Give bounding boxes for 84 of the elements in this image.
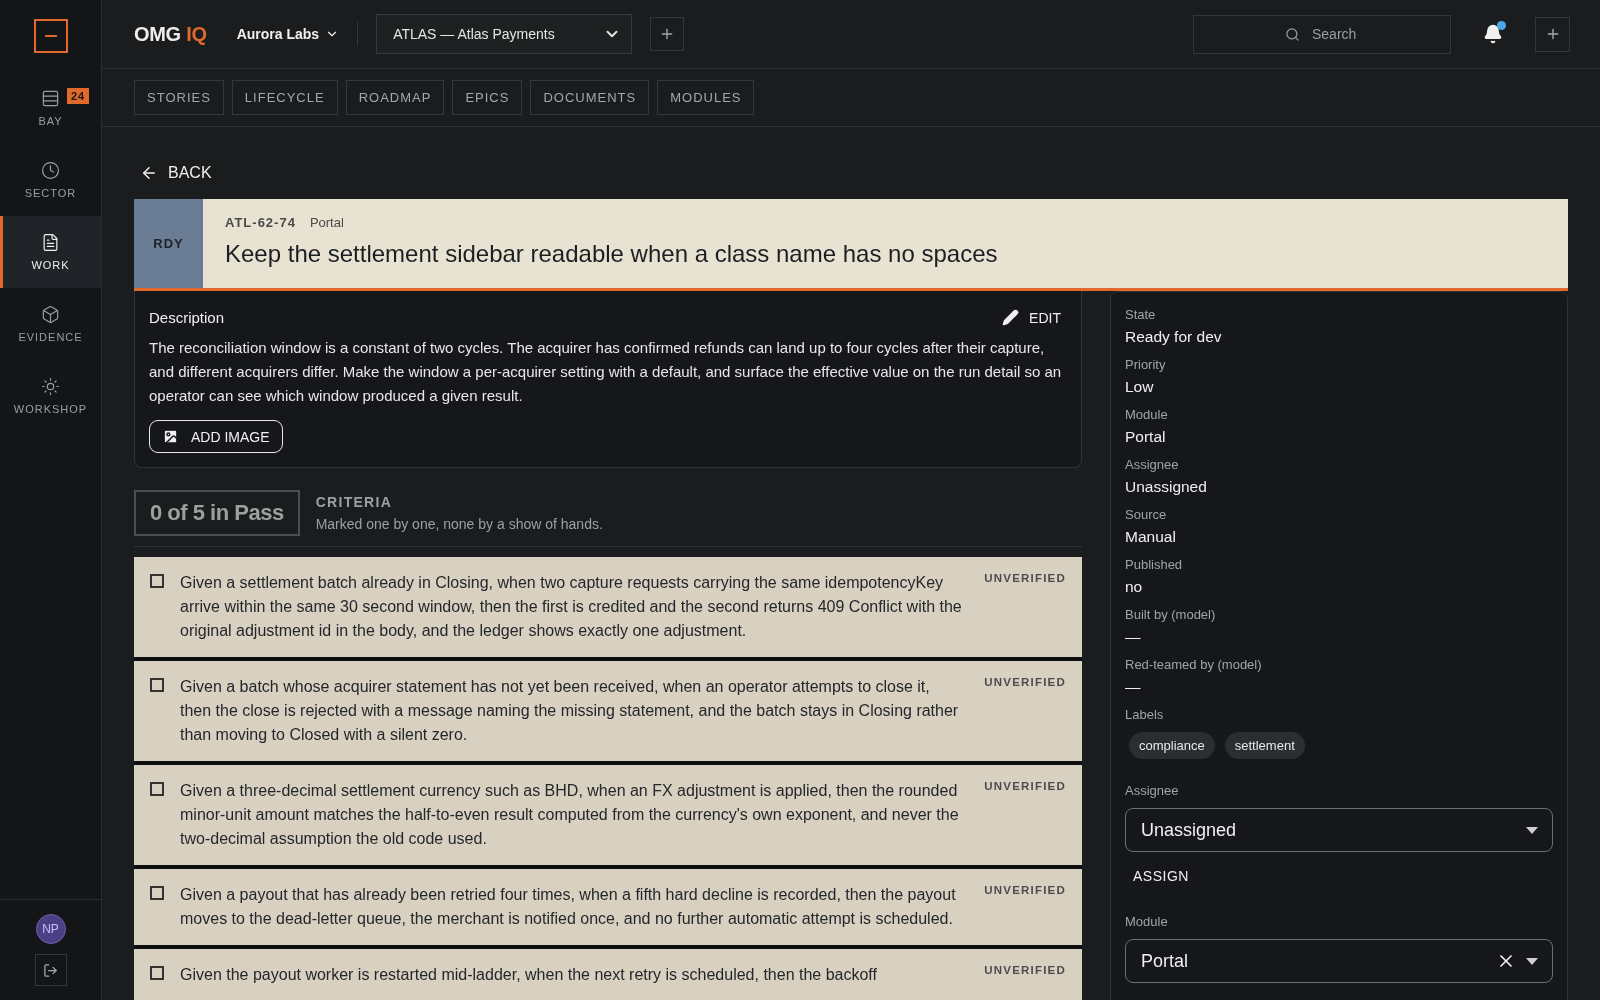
status-label: UNVERIFIED	[984, 571, 1066, 586]
field-label: Published	[1125, 557, 1184, 572]
field-label: Labels	[1125, 707, 1165, 722]
cube-icon	[41, 305, 60, 324]
count-badge: 24	[67, 88, 90, 104]
field-value: —	[1125, 628, 1142, 646]
field-label: Built by (model)	[1125, 607, 1217, 622]
module-select[interactable]: Portal	[1125, 939, 1553, 983]
nav-tab[interactable]: EPICS	[452, 80, 523, 115]
field-label: Source	[1125, 507, 1168, 522]
checkbox[interactable]	[150, 886, 164, 900]
brand-logo: OMG IQ	[134, 22, 207, 46]
user-avatar[interactable]: NP	[35, 914, 66, 944]
section-heading: CRITERIA	[315, 494, 394, 510]
sidebar-item[interactable]: WORKSHOP	[0, 360, 101, 432]
description-text: The reconciliation window is a constant of two cycles. The acquirer has confirmed refunds can land up to four cycles after their capture, and different acquirers differ. Make the window a per-acquirer setting with a default, and surface the effective value on the run detail so an operator can see which window produced a given result.	[149, 338, 1063, 406]
status-label: UNVERIFIED	[984, 675, 1066, 690]
field-label: Red-teamed by (model)	[1125, 657, 1263, 672]
status-badge: RDY	[134, 199, 203, 288]
nav-tab[interactable]: LIFECYCLE	[231, 80, 338, 115]
field-value: Manual	[1125, 528, 1177, 546]
add-button[interactable]	[1535, 16, 1570, 52]
checkbox[interactable]	[150, 678, 164, 692]
caret-icon	[1526, 826, 1538, 834]
criterion-text: Given a payout that has already been retried four times, when a fifth hard decline is recorded, then the payout moves to the dead-letter queue, the merchant is notified once, and no further automatic attempt is scheduled.	[180, 885, 957, 929]
add-button[interactable]	[650, 17, 685, 51]
caret-icon	[1526, 957, 1538, 965]
section-heading: Description	[149, 309, 225, 326]
nav-tab[interactable]: ROADMAP	[345, 80, 445, 115]
image-icon	[162, 428, 179, 445]
story-key: ATL-62-74	[225, 215, 296, 230]
label-tag: compliance	[1129, 732, 1215, 759]
sidebar-item[interactable]: BAY 24	[0, 72, 101, 144]
project-select[interactable]: ATLAS — Atlas Payments	[376, 14, 633, 54]
clock-icon	[41, 161, 60, 180]
notifications-button[interactable]	[1483, 24, 1503, 44]
assignee-select[interactable]: Unassigned	[1125, 808, 1553, 852]
field-label: State	[1125, 307, 1157, 322]
back-button[interactable]: BACK	[134, 157, 218, 189]
field-label: Module	[1125, 914, 1169, 929]
field-value: Portal	[1125, 428, 1167, 446]
sidebar-item[interactable]: WORK	[0, 216, 101, 288]
status-label: UNVERIFIED	[984, 779, 1066, 794]
label-tag: settlement	[1224, 732, 1305, 759]
logout-icon	[43, 962, 58, 978]
checkbox[interactable]	[150, 574, 164, 588]
sidebar-item[interactable]: SECTOR	[0, 144, 101, 216]
pencil-icon	[1002, 309, 1020, 326]
edit-button[interactable]: EDIT	[996, 309, 1067, 326]
field-value: Unassigned	[1125, 478, 1208, 496]
checkbox[interactable]	[150, 782, 164, 796]
field-label: Assignee	[1125, 457, 1180, 472]
nav-tab[interactable]: STORIES	[134, 80, 224, 115]
nav-tab[interactable]: DOCUMENTS	[530, 80, 650, 115]
list-icon	[41, 89, 60, 108]
sun-icon	[41, 377, 60, 396]
field-value: no	[1125, 578, 1144, 596]
field-label: Assignee	[1125, 783, 1180, 798]
nav-tab[interactable]: MODULES	[657, 80, 755, 115]
field-value: Ready for dev	[1125, 328, 1223, 346]
sidebar-item[interactable]: EVIDENCE	[0, 288, 101, 360]
pass-summary: 0 of 5 in Pass	[134, 490, 300, 536]
organization-switcher[interactable]: Aurora Labs	[236, 26, 340, 42]
field-value: Low	[1125, 378, 1155, 396]
logout-button[interactable]	[34, 954, 67, 986]
field-value: —	[1125, 678, 1142, 696]
search-field[interactable]: Search	[1193, 14, 1451, 54]
checkbox[interactable]	[150, 966, 164, 980]
field-label: Module	[1125, 407, 1169, 422]
document-icon	[41, 233, 60, 252]
criterion-text: Given the payout worker is restarted mid-ladder, when the next retry is scheduled, then the backoff	[180, 965, 878, 985]
criterion-text: Given a three-decimal settlement currency such as BHD, when an FX adjustment is applied, then the rounded minor-unit amount matches the half-to-even result computed from the currency's own exponent, and never the two-decimal assumption the old code used.	[180, 781, 960, 849]
section-subtitle: Marked one by one, none by a show of hands.	[315, 516, 603, 532]
status-label: UNVERIFIED	[984, 883, 1066, 898]
story-title: Keep the settlement sidebar readable when a class name has no spaces	[225, 240, 998, 268]
criterion-text: Given a settlement batch already in Closing, when two capture requests carrying the same idempotencyKey arrive within the same 30 second window, then the first is credited and the second returns 409 Conflict with the original adjustment id in the body, and the ledger shows exactly one adjustment.	[180, 573, 963, 641]
assign-button[interactable]: ASSIGN	[1125, 864, 1197, 888]
add-image-button[interactable]: ADD IMAGE	[149, 420, 283, 453]
status-label: UNVERIFIED	[984, 963, 1066, 978]
logo-icon	[33, 19, 68, 53]
field-label: Priority	[1125, 357, 1167, 372]
search-icon	[1285, 26, 1300, 42]
module-name: Portal	[309, 215, 344, 230]
criterion-text: Given a batch whose acquirer statement has not yet been received, when an operator attempts to close it, then the close is rejected with a message naming the missing statement, and the batch stays in Closing rather than moving to Closed with a silent zero.	[180, 677, 960, 745]
